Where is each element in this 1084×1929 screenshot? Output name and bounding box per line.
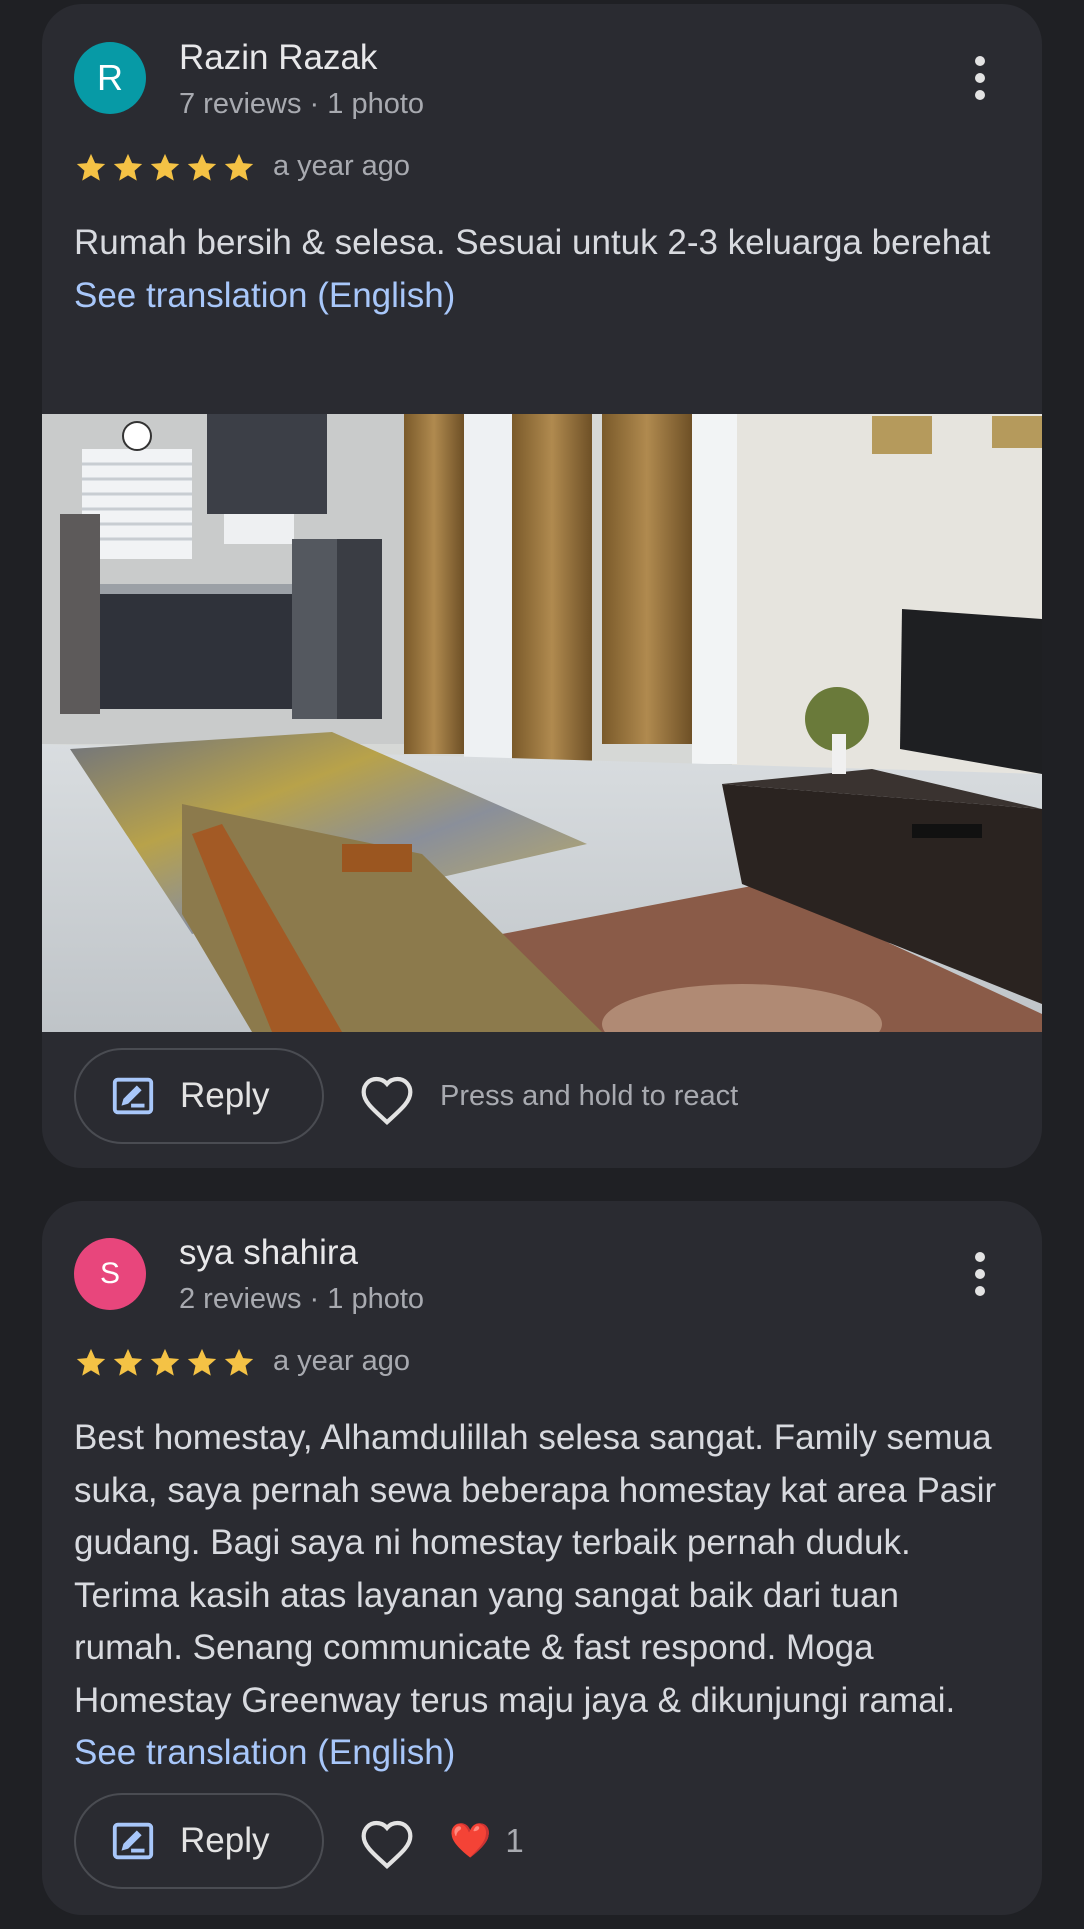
star-icon [113, 1348, 143, 1376]
reply-button[interactable]: Reply [74, 1048, 324, 1144]
star-icon [150, 153, 180, 181]
reviewer-name[interactable]: Razin Razak [179, 38, 377, 78]
review-card: R Razin Razak 7 reviews · 1 photo a year… [42, 4, 1042, 1168]
star-icon [76, 1348, 106, 1376]
reviewer-name[interactable]: sya shahira [179, 1233, 358, 1273]
review-text: Rumah bersih & selesa. Sesuai untuk 2-3 … [74, 223, 991, 262]
reply-edit-icon [112, 1077, 154, 1115]
reply-label: Reply [180, 1076, 270, 1115]
review-time: a year ago [273, 150, 411, 182]
star-icon [113, 153, 143, 181]
review-time: a year ago [273, 1345, 411, 1377]
more-options-icon[interactable] [972, 56, 988, 100]
see-translation-link[interactable]: See translation (English) [74, 1727, 1014, 1780]
more-options-icon[interactable] [972, 1252, 988, 1296]
star-rating [74, 151, 256, 185]
reply-label: Reply [180, 1821, 270, 1860]
reviewer-meta: 2 reviews · 1 photo [179, 1283, 425, 1315]
heart-react-icon[interactable] [359, 1818, 415, 1870]
reply-edit-icon [112, 1822, 154, 1860]
heart-react-icon[interactable] [359, 1074, 415, 1126]
star-icon [76, 153, 106, 181]
star-icon [224, 1348, 254, 1376]
review-text-block: Rumah bersih & selesa. Sesuai untuk 2-3 … [74, 217, 1014, 322]
star-icon [150, 1348, 180, 1376]
see-translation-link[interactable]: See translation (English) [74, 270, 1014, 323]
reply-button[interactable]: Reply [74, 1793, 324, 1889]
star-rating [74, 1346, 256, 1380]
react-hint: Press and hold to react [440, 1080, 739, 1112]
review-text: Best homestay, Alhamdulillah selesa sang… [74, 1418, 997, 1720]
review-photo[interactable] [42, 414, 1042, 1032]
review-card: S sya shahira 2 reviews · 1 photo a year… [42, 1201, 1042, 1915]
avatar[interactable]: R [74, 42, 146, 114]
reviewer-meta: 7 reviews · 1 photo [179, 88, 425, 120]
living-room-photo [42, 414, 1042, 1032]
star-icon [187, 153, 217, 181]
reaction-count: 1 [505, 1822, 524, 1859]
heart-reaction-emoji: ❤️ [449, 1822, 492, 1860]
avatar[interactable]: S [74, 1238, 146, 1310]
star-icon [187, 1348, 217, 1376]
star-icon [224, 153, 254, 181]
reaction-summary[interactable]: ❤️ 1 [449, 1821, 524, 1861]
review-text-block: Best homestay, Alhamdulillah selesa sang… [74, 1412, 1014, 1780]
